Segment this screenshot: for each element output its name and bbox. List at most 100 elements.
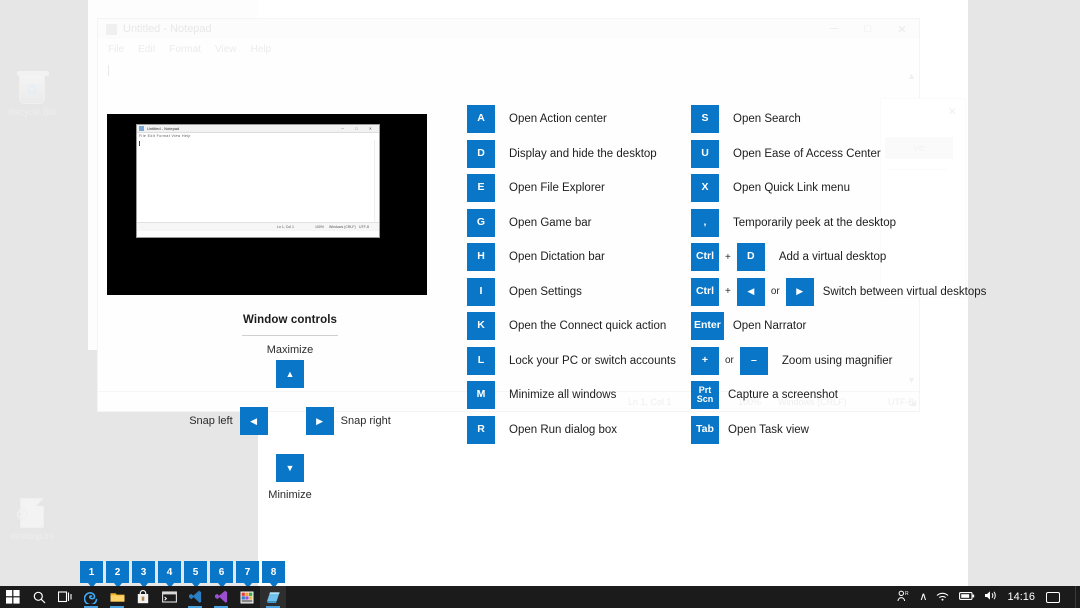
shortcut-description: Open Action center <box>509 113 607 125</box>
thumbnail-scrollbar <box>374 140 379 222</box>
shortcut-row: I Open Settings <box>467 277 676 306</box>
taskbar-badge[interactable]: 1 <box>80 561 103 583</box>
key-tile-minus[interactable]: – <box>739 346 768 375</box>
key-tile[interactable]: X <box>691 174 719 202</box>
show-desktop-divider[interactable] <box>1075 586 1076 608</box>
shortcut-row: Tab Open Task view <box>691 415 986 444</box>
shortcut-description: Capture a screenshot <box>728 389 838 401</box>
start-button[interactable] <box>0 586 26 608</box>
window-controls-heading: Window controls <box>242 314 338 326</box>
snap-left-key-tile[interactable]: ◀ <box>239 407 268 435</box>
taskbar-badge[interactable]: 7 <box>236 561 259 583</box>
key-tile[interactable]: , <box>691 208 719 237</box>
key-tile-print-screen[interactable]: Prt Scn <box>691 381 719 409</box>
key-tile-modifier[interactable]: Ctrl <box>691 277 719 306</box>
snap-left-label: Snap left <box>189 415 233 427</box>
task-view-button[interactable] <box>52 586 78 608</box>
recycle-bin-icon <box>17 71 49 104</box>
terminal-button[interactable] <box>156 586 182 608</box>
desktop-screen: Recycle Bin desktop.ini Untitled - Notep… <box>0 0 1080 608</box>
taskbar-badge[interactable]: 2 <box>106 561 129 583</box>
notepad-icon <box>106 23 117 35</box>
notepad-thumbnail: Untitled - Notepad ─ □ ✕ File Edit Forma… <box>136 124 380 238</box>
close-button[interactable]: ✕ <box>885 19 919 39</box>
key-tile[interactable]: S <box>691 105 719 133</box>
key-tile[interactable]: M <box>467 381 495 409</box>
network-icon[interactable] <box>936 590 950 604</box>
chevron-up-icon[interactable]: ∧ <box>919 591 927 603</box>
shortcut-row: U Open Ease of Access Center <box>691 139 986 168</box>
shortcut-description: Display and hide the desktop <box>509 147 657 160</box>
file-explorer-button[interactable] <box>104 586 130 608</box>
key-tile[interactable]: D <box>467 139 495 168</box>
key-tile[interactable]: U <box>691 139 719 168</box>
taskbar: R ∧ 14:16 <box>0 586 1080 608</box>
heading-divider <box>242 335 338 336</box>
key-tile-tab[interactable]: Tab <box>691 415 719 444</box>
taskbar-badge[interactable]: 5 <box>184 561 207 583</box>
battery-icon[interactable] <box>959 591 975 604</box>
minimize-key-tile[interactable]: ▼ <box>276 454 304 482</box>
vscode-insiders-button[interactable] <box>208 586 234 608</box>
notepad-title-bar[interactable]: Untitled - Notepad ─ □ ✕ <box>98 19 919 39</box>
shortcut-description: Temporarily peek at the desktop <box>733 216 897 229</box>
notification-center-icon[interactable] <box>1046 591 1060 603</box>
window-preview-pane: Untitled - Notepad ─ □ ✕ File Edit Forma… <box>107 114 427 295</box>
key-tile-modifier[interactable]: Ctrl <box>691 243 719 271</box>
microsoft-store-button[interactable] <box>130 586 156 608</box>
key-tile-left-arrow[interactable]: ◀ <box>736 277 765 306</box>
people-icon[interactable]: R <box>897 590 910 605</box>
task-view-icon <box>57 591 72 603</box>
key-tile[interactable]: L <box>467 346 495 375</box>
taskbar-badge[interactable]: 4 <box>158 561 181 583</box>
search-button[interactable] <box>26 586 52 608</box>
edge-button[interactable] <box>78 586 104 608</box>
key-tile[interactable]: G <box>467 208 495 237</box>
maximize-key-tile[interactable]: ▲ <box>276 360 304 388</box>
shortcut-row: L Lock your PC or switch accounts <box>467 346 676 375</box>
maximize-button[interactable]: □ <box>851 19 885 39</box>
menu-item-help[interactable]: Help <box>251 44 272 55</box>
menu-item-format[interactable]: Format <box>169 44 201 55</box>
key-tile[interactable]: E <box>467 174 495 202</box>
thumbnail-caret <box>139 141 140 146</box>
key-tile[interactable]: R <box>467 415 495 444</box>
menu-item-edit[interactable]: Edit <box>138 44 155 55</box>
taskbar-badge[interactable]: 6 <box>210 561 233 583</box>
desktop-icon-desktop-ini[interactable]: desktop.ini <box>0 498 64 542</box>
notepad-button[interactable] <box>260 586 286 608</box>
taskbar-badge[interactable]: 3 <box>132 561 155 583</box>
key-tile-enter[interactable]: Enter <box>691 312 724 340</box>
shortcut-row: , Temporarily peek at the desktop <box>691 208 986 237</box>
key-tile-right-arrow[interactable]: ▶ <box>785 277 814 306</box>
key-tile[interactable]: K <box>467 312 495 340</box>
thumbnail-status-encoding: UTF-8 <box>359 225 369 229</box>
scroll-up-arrow-icon[interactable]: ▲ <box>907 71 916 81</box>
shortcut-row: Prt Scn Capture a screenshot <box>691 381 986 409</box>
notepad-title: Untitled - Notepad <box>123 23 212 35</box>
key-tile[interactable]: H <box>467 243 495 271</box>
thumbnail-title-bar: Untitled - Notepad ─ □ ✕ <box>137 125 379 133</box>
menu-item-file[interactable]: File <box>108 44 124 55</box>
search-icon <box>33 591 45 603</box>
clock[interactable]: 14:16 <box>1007 591 1035 603</box>
shortcut-description: Open Ease of Access Center <box>733 147 881 160</box>
shortcut-description: Lock your PC or switch accounts <box>509 354 676 367</box>
thumbnail-status-zoom: 100% <box>315 225 324 229</box>
key-tile-plus[interactable]: + <box>691 346 719 375</box>
shortcut-description: Open Task view <box>728 423 809 436</box>
app-button[interactable] <box>234 586 260 608</box>
key-tile[interactable]: D <box>736 243 765 271</box>
key-tile[interactable]: I <box>467 277 495 306</box>
desktop-icon-recycle-bin[interactable]: Recycle Bin <box>0 71 64 118</box>
menu-item-view[interactable]: View <box>215 44 237 55</box>
volume-icon[interactable] <box>984 590 998 604</box>
snap-right-key-tile[interactable]: ▶ <box>305 407 334 435</box>
vscode-button[interactable] <box>182 586 208 608</box>
key-tile[interactable]: A <box>467 105 495 133</box>
windows-logo-icon <box>6 590 20 604</box>
taskbar-badge[interactable]: 8 <box>262 561 285 583</box>
minimize-button[interactable]: ─ <box>817 19 851 39</box>
snap-left-control: Snap left ◀ <box>189 407 268 435</box>
shortcut-description: Open Narrator <box>732 320 807 332</box>
